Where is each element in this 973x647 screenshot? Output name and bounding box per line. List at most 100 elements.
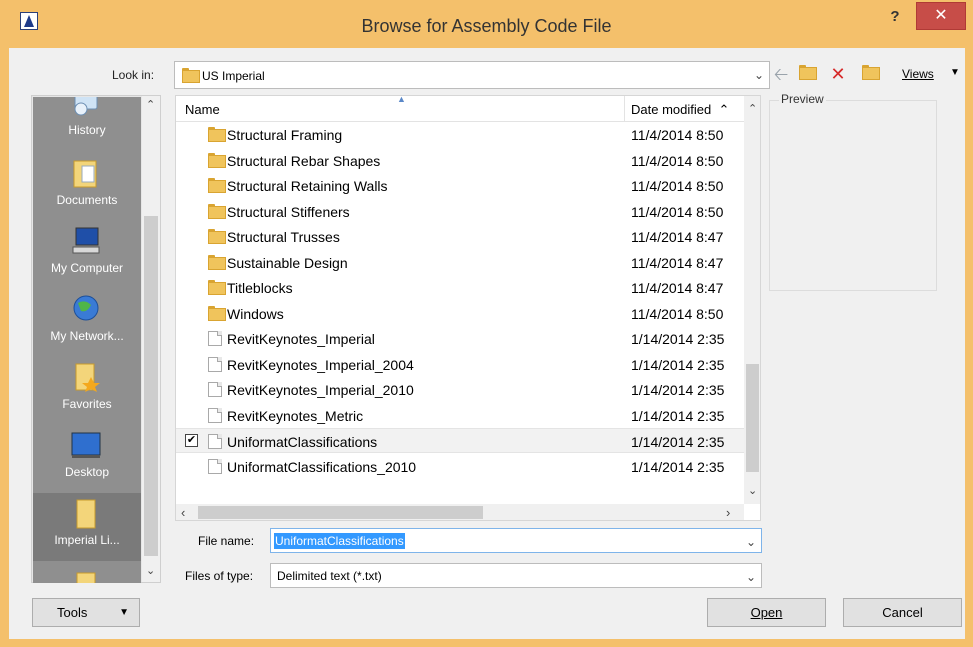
close-button[interactable]: ✕ — [916, 2, 966, 30]
place-my-computer[interactable]: My Computer — [33, 221, 141, 289]
list-item[interactable]: RevitKeynotes_Metric 1/14/2014 2:35 — [176, 403, 744, 428]
new-folder-icon[interactable] — [797, 65, 817, 83]
preview-label: Preview — [779, 92, 826, 106]
list-item[interactable]: Structural Stiffeners 11/4/2014 8:50 — [176, 199, 744, 224]
open-button-label: Open — [750, 605, 783, 620]
text-file-icon — [208, 382, 222, 397]
text-file-icon — [208, 458, 222, 474]
favorites-icon — [75, 363, 100, 392]
places-bar: History Documents My Computer My Network… — [31, 95, 161, 583]
scroll-down-icon[interactable]: ⌄ — [748, 484, 757, 497]
preview-pane — [769, 100, 937, 291]
list-item[interactable]: RevitKeynotes_Imperial_2010 1/14/2014 2:3… — [176, 377, 744, 402]
folder-icon — [208, 127, 226, 142]
file-list: Name ▲ Date modified ⌃ Structural Framin… — [175, 95, 761, 521]
folder-icon — [208, 305, 226, 321]
place-label: My Computer — [50, 261, 124, 275]
file-list-horizontal-scrollbar[interactable]: ‹ › — [176, 504, 744, 520]
file-type-label: Files of type: — [185, 569, 254, 583]
tools-button-label: Tools — [57, 605, 88, 620]
chevron-down-icon[interactable]: ⌄ — [746, 535, 756, 549]
window-title: Browse for Assembly Code File — [361, 16, 612, 36]
help-button[interactable]: ? — [878, 5, 912, 31]
file-name-value: UniformatClassifications — [274, 533, 405, 549]
folder-icon — [208, 178, 226, 193]
vertical-scroll-thumb[interactable] — [746, 364, 759, 472]
move-folder-icon[interactable] — [860, 65, 880, 83]
folder-icon — [208, 203, 226, 219]
place-network[interactable]: My Network... — [33, 289, 141, 357]
column-date-header[interactable]: Date modified ⌃ — [631, 102, 729, 118]
place-label: Imperial Li... — [54, 533, 120, 547]
place-more[interactable] — [33, 561, 141, 583]
place-label: Favorites — [62, 397, 112, 411]
list-item[interactable]: Structural Trusses 11/4/2014 8:47 — [176, 224, 744, 249]
column-divider[interactable] — [624, 96, 625, 122]
scroll-down-icon[interactable]: ⌄ — [146, 564, 155, 577]
file-list-vertical-scrollbar[interactable]: ⌃ ⌄ — [744, 96, 760, 504]
place-label: History — [68, 123, 106, 137]
cancel-button[interactable]: Cancel — [843, 598, 962, 627]
list-item[interactable]: RevitKeynotes_Imperial_2004 1/14/2014 2:3… — [176, 352, 744, 377]
file-name-input[interactable]: UniformatClassifications ⌄ — [270, 528, 762, 553]
list-item-selected[interactable]: ✔ UniformatClassifications 1/14/2014 2:35 — [176, 428, 744, 453]
open-button[interactable]: Open — [707, 598, 826, 627]
column-name-header[interactable]: Name — [185, 102, 220, 117]
text-file-icon — [208, 434, 222, 449]
dialog-window: Browse for Assembly Code File ? ✕ Look i… — [0, 0, 973, 647]
file-name-label: File name: — [198, 534, 255, 548]
list-item[interactable]: Structural Framing 11/4/2014 8:50 — [176, 122, 744, 147]
places-list: History Documents My Computer My Network… — [33, 97, 141, 583]
file-type-select[interactable]: Delimited text (*.txt) ⌄ — [270, 563, 762, 588]
title-bar: Browse for Assembly Code File ? ✕ — [0, 0, 973, 48]
place-label: My Network... — [50, 329, 124, 343]
scroll-right-icon[interactable]: › — [726, 505, 730, 520]
scroll-left-icon[interactable]: ‹ — [181, 505, 185, 520]
place-desktop[interactable]: Desktop — [33, 425, 141, 493]
look-in-combo[interactable]: US Imperial ⌄ — [174, 61, 770, 89]
place-label: Desktop — [64, 465, 110, 479]
list-item[interactable]: UniformatClassifications_2010 1/14/2014 2… — [176, 454, 744, 479]
folder-icon — [208, 152, 226, 168]
history-icon — [74, 97, 98, 116]
folder-icon — [208, 254, 226, 270]
place-label: Documents — [56, 193, 118, 207]
places-scrollbar[interactable]: ⌃ ⌄ — [142, 96, 160, 582]
folder-icon — [76, 572, 96, 583]
place-favorites[interactable]: Favorites — [33, 357, 141, 425]
dropdown-arrow-icon: ▼ — [119, 607, 129, 618]
views-button[interactable]: Views — [902, 67, 934, 81]
column-header: Name ▲ Date modified ⌃ — [176, 96, 744, 122]
network-icon — [73, 295, 99, 321]
chevron-up-icon: ⌃ — [718, 102, 730, 117]
text-file-icon — [208, 356, 222, 372]
horizontal-scroll-thumb[interactable] — [198, 506, 483, 519]
folder-icon — [208, 280, 226, 295]
place-imperial-library[interactable]: Imperial Li... — [33, 493, 141, 561]
list-item[interactable]: Structural Rebar Shapes 11/4/2014 8:50 — [176, 148, 744, 173]
chevron-down-icon: ⌄ — [745, 570, 756, 584]
desktop-icon — [71, 432, 101, 458]
my-computer-icon — [72, 227, 100, 254]
sort-ascending-icon: ▲ — [397, 95, 406, 104]
list-item[interactable]: RevitKeynotes_Imperial 1/14/2014 2:35 — [176, 326, 744, 351]
delete-icon[interactable]: ✕ — [828, 65, 848, 83]
look-in-label: Look in: — [112, 68, 155, 82]
file-type-value: Delimited text (*.txt) — [277, 569, 382, 583]
tools-button[interactable]: Tools ▼ — [32, 598, 140, 627]
documents-icon — [73, 160, 97, 188]
folder-icon — [208, 229, 226, 244]
views-dropdown-icon[interactable]: ▼ — [950, 67, 960, 78]
scroll-up-icon[interactable]: ⌃ — [146, 98, 155, 111]
list-item[interactable]: Titleblocks 11/4/2014 8:47 — [176, 275, 744, 300]
look-in-value: US Imperial — [202, 69, 265, 83]
back-arrow-icon[interactable]: 🡠 — [771, 65, 791, 83]
list-item[interactable]: Windows 11/4/2014 8:50 — [176, 301, 744, 326]
place-documents[interactable]: Documents — [33, 153, 141, 221]
place-history[interactable]: History — [33, 97, 141, 151]
list-item[interactable]: Sustainable Design 11/4/2014 8:47 — [176, 250, 744, 275]
checkbox[interactable]: ✔ — [185, 434, 198, 447]
places-scroll-thumb[interactable] — [144, 216, 158, 556]
scroll-up-icon[interactable]: ⌃ — [748, 102, 757, 115]
list-item[interactable]: Structural Retaining Walls 11/4/2014 8:50 — [176, 173, 744, 198]
